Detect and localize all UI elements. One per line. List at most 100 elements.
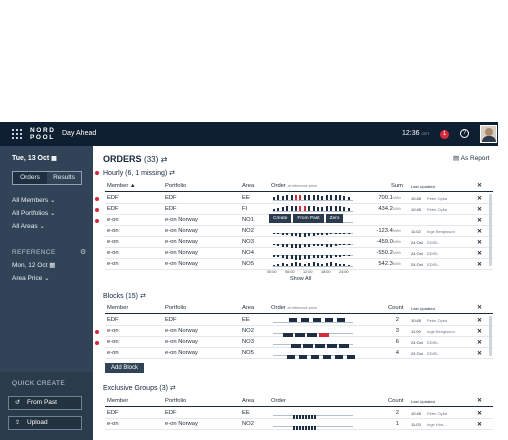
refresh-icon[interactable]: ⇄ [140, 293, 146, 300]
table-row[interactable]: e-on e-on Norway NO5 542.3MWh 24 Oct EDIEL ✕ [105, 259, 493, 270]
order-bar [339, 264, 341, 266]
order-chart[interactable] [273, 250, 353, 260]
scrollbar[interactable] [489, 316, 492, 356]
table-row[interactable]: e-on e-on Norway NO4 -550.2MWh 24 Oct EDIEL ✕ [105, 248, 493, 260]
cell-time: 11:03 [411, 422, 421, 427]
close-icon[interactable]: ✕ [477, 398, 482, 404]
order-chart[interactable] [273, 328, 353, 337]
close-icon[interactable]: ✕ [477, 410, 482, 417]
close-icon[interactable]: ✕ [477, 239, 482, 246]
order-chart[interactable] [273, 228, 353, 237]
order-bar [325, 255, 328, 258]
order-chart[interactable] [273, 350, 355, 359]
order-chart[interactable] [273, 239, 353, 248]
col-area[interactable]: Area [242, 305, 254, 311]
close-icon[interactable]: ✕ [477, 217, 482, 224]
gear-icon[interactable]: ⚙ [80, 248, 86, 256]
table-row[interactable]: e-on e-on Norway NO5 4 24 Oct EDIEL ✕ [105, 348, 493, 359]
col-portfolio[interactable]: Portfolio [165, 183, 186, 189]
add-block-button[interactable]: Add Block [105, 363, 145, 373]
table-row[interactable]: EDF EDF EE 2 10:45 Peter Oyka ✕ [105, 408, 493, 419]
order-chart[interactable] [273, 410, 353, 419]
exclusive-groups-title: Exclusive Groups (3) ⇄ [103, 385, 176, 392]
order-bar [303, 244, 306, 247]
col-area[interactable]: Area [242, 398, 254, 404]
filter-members[interactable]: All Members ⌄ [12, 196, 55, 204]
table-row[interactable]: e-on e-on Norway NO2 1 11:03 Inge Hod... ✕ [105, 419, 493, 430]
help-icon[interactable]: ? [460, 129, 469, 138]
order-chart[interactable] [273, 339, 353, 348]
date-picker[interactable]: Tue, 13 Oct ▦ [12, 155, 57, 162]
cell-updated-by: Inge Hod... [427, 422, 447, 427]
col-last-updated[interactable]: Last Updated [411, 184, 435, 189]
create-button[interactable]: Create [269, 214, 292, 223]
order-bar [343, 264, 346, 266]
group-bar [293, 426, 295, 430]
cell-time: 11:09 [411, 329, 421, 334]
close-icon[interactable]: ✕ [477, 350, 482, 357]
col-portfolio[interactable]: Portfolio [165, 305, 186, 311]
from-past-popup-button[interactable]: From Past [293, 214, 324, 223]
close-icon[interactable]: ✕ [477, 328, 482, 335]
order-chart[interactable] [273, 421, 353, 430]
table-row[interactable]: e-on e-on Norway NO3 6 24 Oct EDIEL ✕ [105, 337, 493, 348]
col-member[interactable]: Member ▲ [107, 183, 136, 189]
scrollbar[interactable] [489, 194, 492, 266]
table-row[interactable]: e-on e-on Norway NO2 3 11:09 Inge Bengtsson ✕ [105, 326, 493, 337]
col-last-updated[interactable]: Last Updated [411, 306, 435, 311]
refresh-icon[interactable]: ⇄ [161, 155, 168, 164]
table-row[interactable]: e-on e-on Norway NO2 -123.4MWh 11:02 Inge Ben… [105, 226, 493, 237]
apps-grid-icon[interactable] [12, 129, 22, 139]
cell-portfolio: EDF [165, 195, 177, 201]
close-icon[interactable]: ✕ [477, 339, 482, 346]
order-bar [290, 195, 293, 200]
close-icon[interactable]: ✕ [477, 228, 482, 235]
cell-count: 1 [395, 421, 399, 427]
show-all-link[interactable]: Show All [290, 276, 311, 282]
col-sum[interactable]: Sum [391, 183, 403, 189]
order-chart[interactable] [273, 317, 353, 326]
order-chart[interactable] [273, 261, 353, 270]
cell-area: NO4 [242, 250, 254, 256]
close-icon[interactable]: ✕ [477, 195, 482, 202]
alert-badge[interactable]: 1 [440, 130, 449, 139]
order-bar [273, 209, 275, 211]
area-price-select[interactable]: Area Price ⌄ [12, 274, 50, 282]
close-icon[interactable]: ✕ [477, 317, 482, 324]
col-last-updated[interactable]: Last Updated [411, 399, 435, 404]
close-icon[interactable]: ✕ [477, 261, 482, 268]
col-area[interactable]: Area [242, 183, 254, 189]
col-member[interactable]: Member [107, 398, 128, 404]
refresh-icon[interactable]: ⇄ [170, 385, 176, 392]
col-count[interactable]: Count [388, 398, 403, 404]
filter-areas[interactable]: All Areas ⌄ [12, 222, 45, 230]
from-past-button[interactable]: ↺ From Past [8, 396, 82, 410]
zero-button[interactable]: Zero [325, 214, 344, 223]
order-bar [290, 233, 293, 236]
close-icon[interactable]: ✕ [477, 183, 482, 189]
hourly-title: Hourly (6, 1 missing) ⇄ [103, 170, 176, 177]
table-row[interactable]: EDF EDF EE 2 10:45 Peter Oyka ✕ [105, 315, 493, 326]
col-portfolio[interactable]: Portfolio [165, 398, 186, 404]
table-row[interactable]: e-on e-on Norway NO3 -459.0MWh 24 Oct EDIEL ✕ [105, 237, 493, 248]
as-report-button[interactable]: ▤ As Report [453, 154, 490, 162]
filter-portfolios[interactable]: All Portfolios ⌄ [12, 209, 55, 217]
close-icon[interactable]: ✕ [477, 421, 482, 428]
upload-button[interactable]: ⇪ Upload [8, 416, 82, 430]
order-bar [277, 208, 280, 211]
tab-orders[interactable]: Orders [13, 172, 47, 184]
reference-date[interactable]: Mon, 12 Oct ▦ [12, 261, 55, 269]
order-bar [273, 197, 275, 200]
order-bar [286, 244, 289, 247]
avatar[interactable] [480, 125, 497, 143]
refresh-icon[interactable]: ⇄ [169, 170, 175, 177]
close-icon[interactable]: ✕ [477, 250, 482, 257]
order-chart[interactable] [273, 195, 353, 204]
tab-results[interactable]: Results [47, 172, 81, 184]
table-row[interactable]: EDF EDF EE 700.1MWh 10:45 Peter Oyka ✕ [105, 193, 493, 204]
order-bar [308, 263, 311, 266]
col-member[interactable]: Member [107, 305, 128, 311]
close-icon[interactable]: ✕ [477, 206, 482, 213]
col-count[interactable]: Count [388, 305, 403, 311]
close-icon[interactable]: ✕ [477, 305, 482, 311]
